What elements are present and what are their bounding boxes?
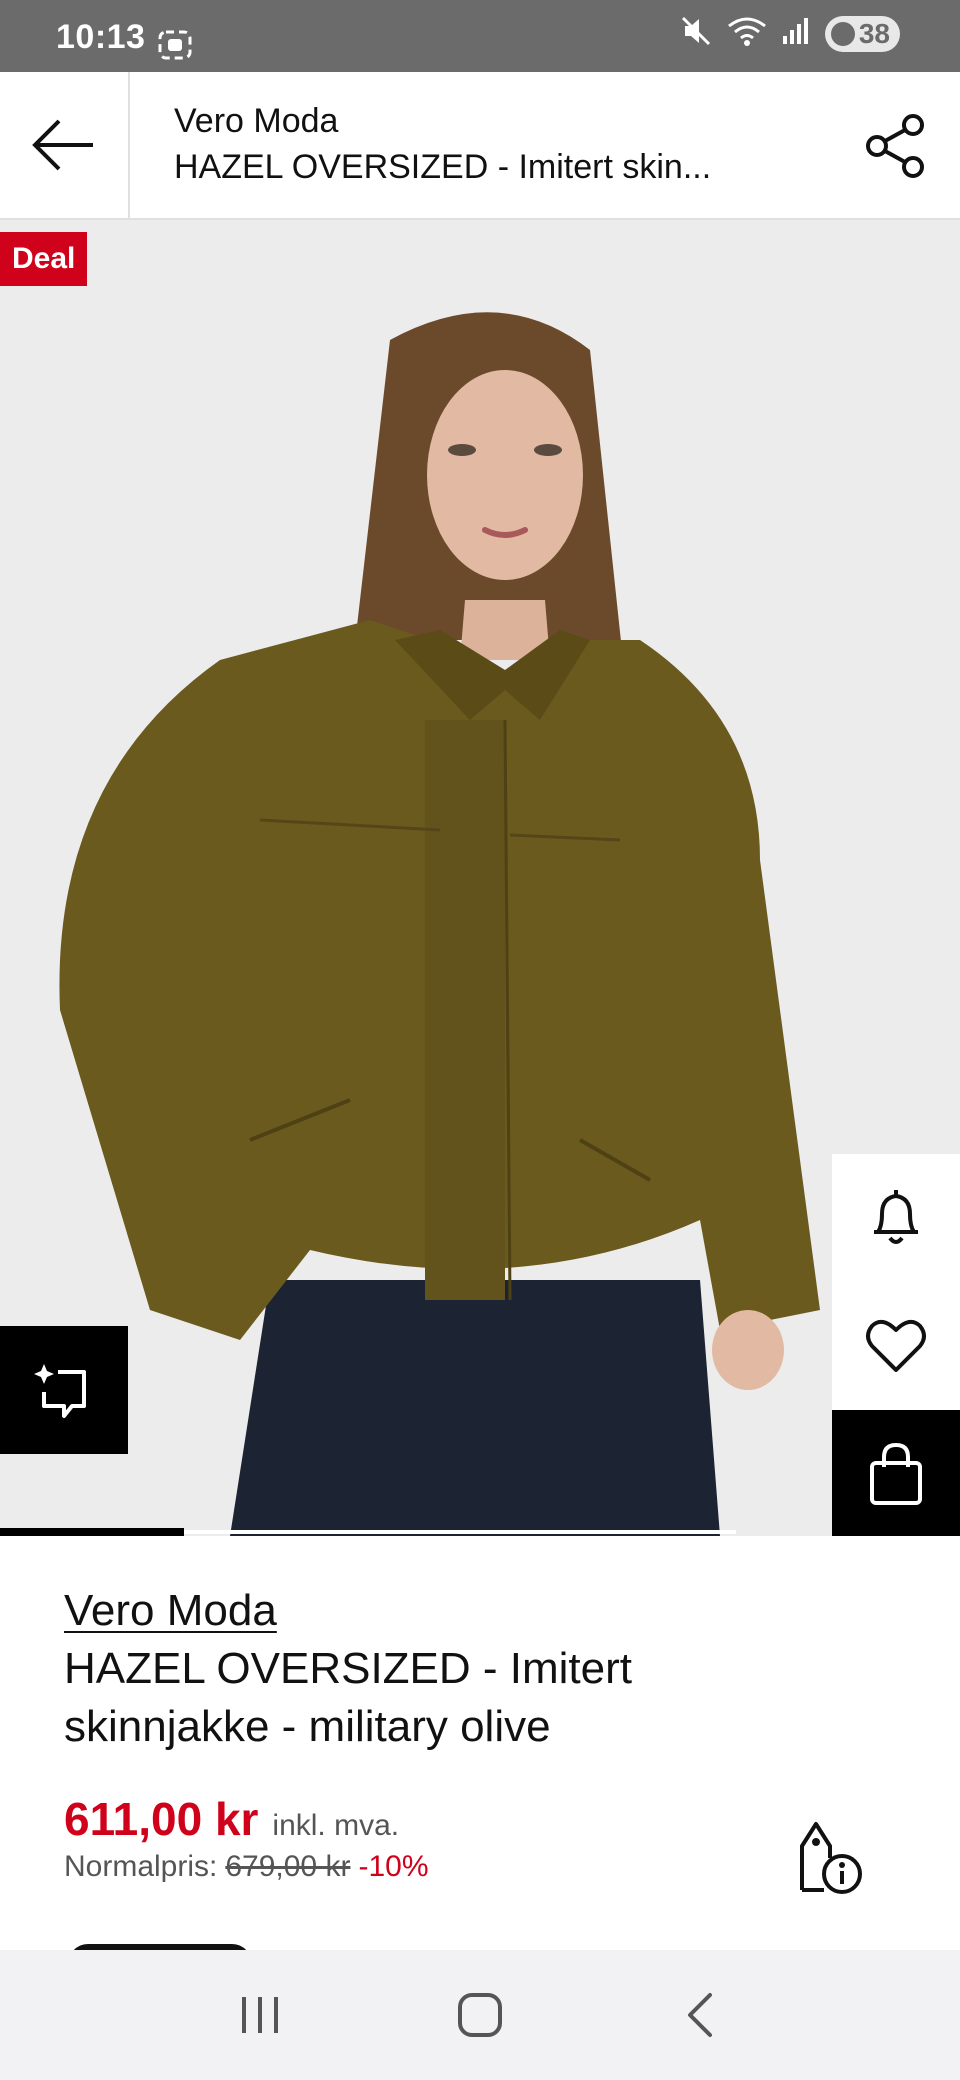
recent-apps-icon [242, 1997, 278, 2033]
wishlist-button[interactable] [832, 1282, 960, 1410]
header-title: HAZEL OVERSIZED - Imitert skin... [174, 148, 712, 186]
add-to-bag-button[interactable] [832, 1410, 960, 1536]
normal-price: 679,00 kr [225, 1850, 351, 1883]
side-actions [832, 1154, 960, 1536]
screen-record-icon [158, 30, 192, 65]
mute-icon [679, 14, 713, 53]
wifi-icon [727, 14, 767, 53]
nav-back-icon [688, 1993, 712, 2037]
bell-icon [874, 1190, 918, 1244]
price-row: 611,00 kr inkl. mva. [64, 1792, 399, 1846]
nav-back-button[interactable] [660, 1975, 740, 2055]
heart-icon [866, 1319, 926, 1372]
deal-badge: Deal [0, 232, 88, 286]
price-info-button[interactable] [794, 1816, 866, 1896]
shopping-bag-icon [870, 1442, 922, 1505]
carousel-indicator-active [0, 1528, 184, 1536]
header-brand: Vero Moda [174, 102, 339, 140]
product-title: HAZEL OVERSIZED - Imitert skinnjakke - m… [64, 1644, 633, 1751]
carousel-indicator-track [184, 1530, 736, 1534]
share-icon [866, 114, 924, 178]
back-arrow-icon [32, 119, 93, 171]
brand-link[interactable]: Vero Moda [64, 1586, 277, 1636]
app-header: Vero Moda HAZEL OVERSIZED - Imitert skin… [0, 72, 960, 220]
vat-note: inkl. mva. [272, 1809, 400, 1842]
status-bar: 10:13 38 [0, 0, 960, 72]
normal-price-row: Normalpris: 679,00 kr -10% [64, 1850, 429, 1884]
product-image-carousel[interactable]: Deal [0, 220, 960, 1536]
status-icons: 38 [679, 14, 900, 53]
product-info: Vero Moda HAZEL OVERSIZED - Imitert skin… [0, 1536, 960, 1964]
ai-search-icon [34, 1364, 86, 1418]
visual-search-button[interactable] [0, 1326, 128, 1454]
normal-price-label: Normalpris: [64, 1850, 218, 1883]
home-icon [458, 1993, 502, 2037]
product-photo [0, 220, 960, 1536]
battery-indicator: 38 [824, 15, 900, 52]
home-button[interactable] [440, 1975, 520, 2055]
battery-level: 38 [858, 17, 890, 49]
discount-percent: -10% [358, 1850, 429, 1883]
status-time: 10:13 [56, 18, 146, 56]
battery-saver-icon [830, 21, 855, 46]
signal-icon [781, 16, 811, 51]
system-nav-bar [0, 1950, 960, 2080]
current-price: 611,00 kr [64, 1793, 259, 1845]
back-button[interactable] [0, 72, 130, 218]
notify-button[interactable] [832, 1154, 960, 1282]
share-button[interactable] [858, 108, 934, 184]
recent-apps-button[interactable] [220, 1975, 300, 2055]
price-tag-info-icon [800, 1822, 862, 1894]
